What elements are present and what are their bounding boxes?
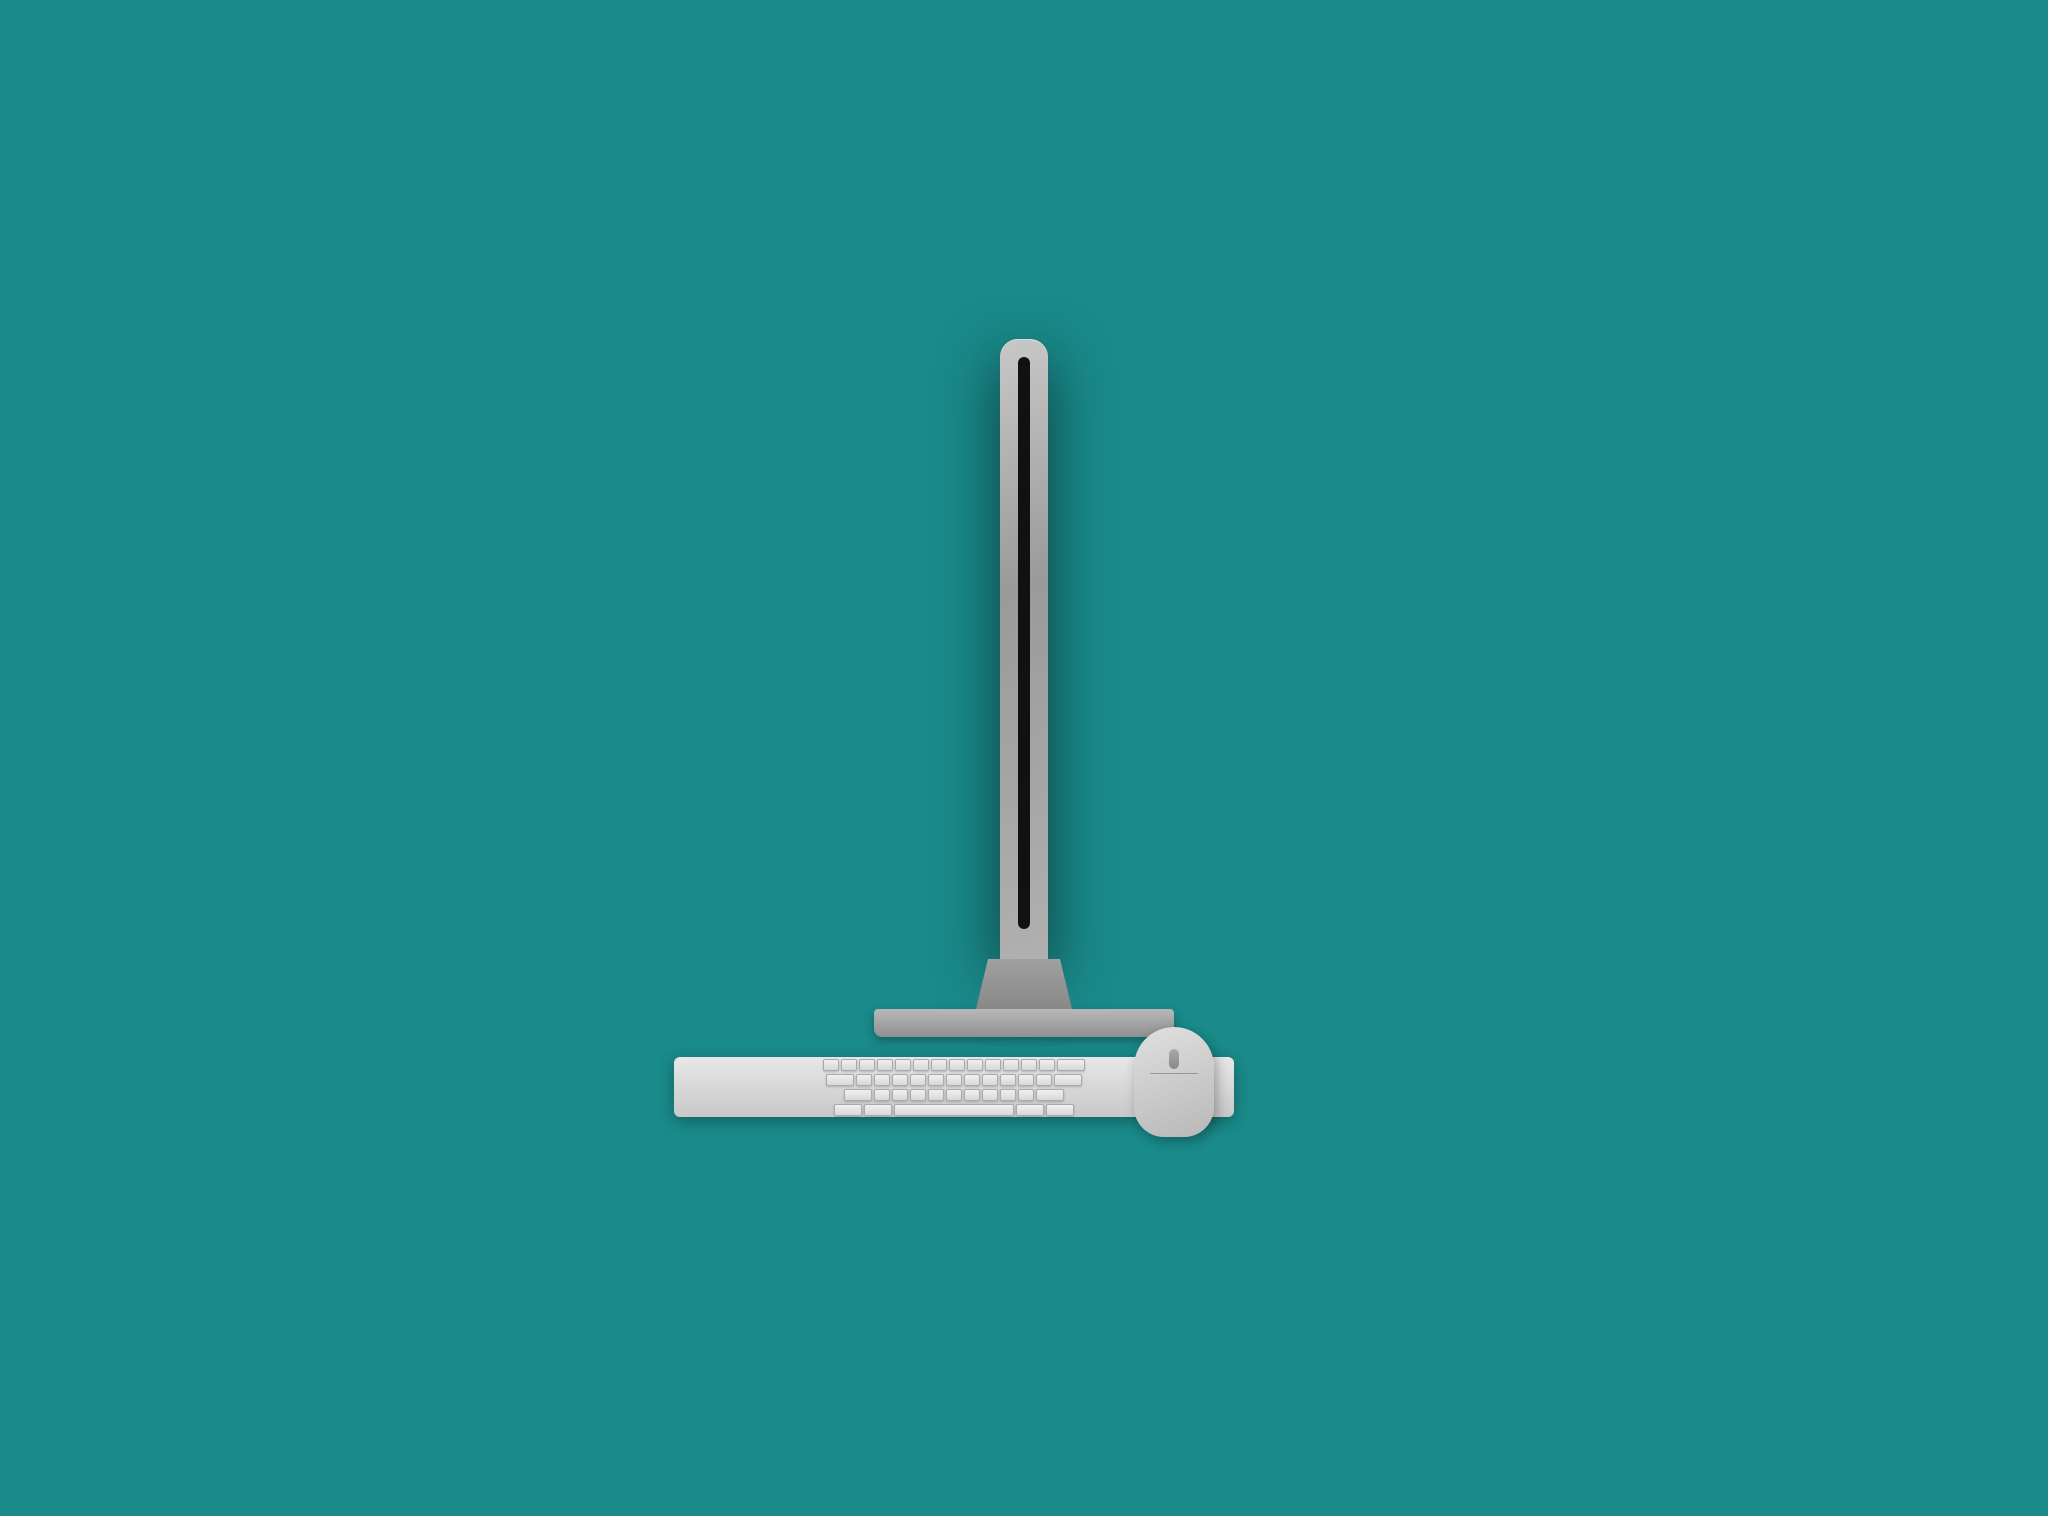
mouse-divider: [1150, 1073, 1198, 1074]
key: [967, 1059, 983, 1071]
monitor-bezel: 🖼 Heic to Jpg Converter ─ □ ✕ File View: [1000, 339, 1048, 959]
key: [823, 1059, 839, 1071]
key: [982, 1074, 998, 1086]
key: [1003, 1059, 1019, 1071]
key: [895, 1059, 911, 1071]
key-alt-r: [1016, 1104, 1044, 1116]
key: [874, 1089, 890, 1101]
keyboard-row-1: [823, 1059, 1085, 1071]
key-space: [894, 1104, 1014, 1116]
key-backspace: [1057, 1059, 1085, 1071]
key: [946, 1089, 962, 1101]
key: [1021, 1059, 1037, 1071]
key-shift-r: [1036, 1089, 1064, 1101]
peripherals-area: [524, 1037, 1524, 1177]
mouse-scroll-wheel: [1169, 1049, 1179, 1069]
key: [931, 1059, 947, 1071]
key: [892, 1074, 908, 1086]
monitor: 🖼 Heic to Jpg Converter ─ □ ✕ File View: [524, 339, 1524, 1177]
key: [910, 1074, 926, 1086]
monitor-stand-neck: [964, 959, 1084, 1009]
keyboard-row-3: [844, 1089, 1064, 1101]
key: [856, 1074, 872, 1086]
key: [874, 1074, 890, 1086]
key-tab: [826, 1074, 854, 1086]
key: [946, 1074, 962, 1086]
key: [982, 1089, 998, 1101]
key-shift: [844, 1089, 872, 1101]
key: [1018, 1089, 1034, 1101]
key: [859, 1059, 875, 1071]
keyboard-row-4: [834, 1104, 1074, 1116]
key: [1039, 1059, 1055, 1071]
key: [892, 1089, 908, 1101]
key: [964, 1074, 980, 1086]
key-alt: [864, 1104, 892, 1116]
key: [1000, 1089, 1016, 1101]
key: [928, 1089, 944, 1101]
mouse: [1134, 1027, 1214, 1137]
key: [877, 1059, 893, 1071]
key: [964, 1089, 980, 1101]
keyboard-row-2: [826, 1074, 1082, 1086]
monitor-stand-base: [874, 1009, 1174, 1037]
key: [913, 1059, 929, 1071]
key: [1018, 1074, 1034, 1086]
key: [928, 1074, 944, 1086]
monitor-screen-border: 🖼 Heic to Jpg Converter ─ □ ✕ File View: [1018, 357, 1030, 929]
key: [949, 1059, 965, 1071]
key: [841, 1059, 857, 1071]
key-ctrl: [834, 1104, 862, 1116]
key: [1036, 1074, 1052, 1086]
key: [910, 1089, 926, 1101]
key: [985, 1059, 1001, 1071]
key-ctrl-r: [1046, 1104, 1074, 1116]
key-enter: [1054, 1074, 1082, 1086]
key: [1000, 1074, 1016, 1086]
